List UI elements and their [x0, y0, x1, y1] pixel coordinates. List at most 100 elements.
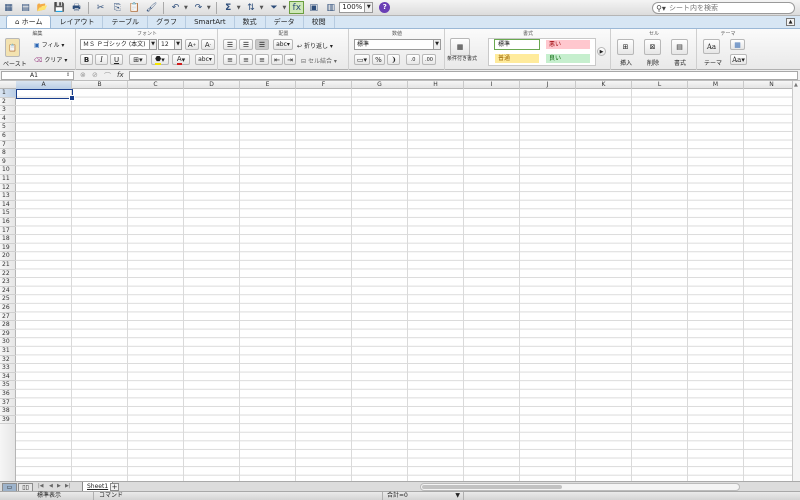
increase-indent-icon[interactable]: ⇥	[284, 54, 296, 65]
first-sheet-icon[interactable]: |◀	[38, 483, 44, 489]
row-header[interactable]: 4	[0, 115, 16, 124]
underline-button[interactable]: U	[110, 54, 123, 65]
row-header[interactable]: 34	[0, 373, 16, 382]
format-painter-icon[interactable]: 🖌	[144, 1, 159, 14]
column-header[interactable]: K	[576, 81, 632, 89]
row-header[interactable]: 17	[0, 227, 16, 236]
themes-button[interactable]: テーマ	[704, 58, 722, 67]
row-header[interactable]: 35	[0, 381, 16, 390]
zoom-field[interactable]: 100%	[339, 2, 366, 13]
row-header[interactable]: 13	[0, 192, 16, 201]
style-normal[interactable]: 標準	[494, 39, 540, 50]
font-size-field[interactable]: 12	[158, 39, 175, 50]
column-header[interactable]: F	[296, 81, 352, 89]
italic-button[interactable]: I	[95, 54, 108, 65]
fill-button[interactable]: ▣ フィル ▾	[34, 40, 64, 49]
column-header[interactable]: E	[240, 81, 296, 89]
row-header[interactable]: 23	[0, 278, 16, 287]
styles-next-icon[interactable]: ▶	[597, 47, 606, 56]
prev-sheet-icon[interactable]: ◀	[49, 483, 53, 489]
formula-input[interactable]	[129, 71, 798, 80]
conditional-format-icon[interactable]: ▦	[450, 38, 470, 56]
font-size-dropdown-icon[interactable]: ▼	[175, 39, 182, 50]
column-header[interactable]: C	[128, 81, 184, 89]
text-style-icon[interactable]: abc▾	[195, 54, 215, 65]
insert-cells-icon[interactable]: ⊞	[617, 39, 634, 55]
tab-home[interactable]: ⌂ ホーム	[6, 15, 52, 28]
open-folder-icon[interactable]: 📂	[35, 1, 50, 14]
tab-charts[interactable]: グラフ	[148, 16, 187, 28]
add-sheet-button[interactable]: +	[110, 483, 119, 491]
last-sheet-icon[interactable]: ▶|	[65, 483, 71, 489]
row-header[interactable]: 22	[0, 270, 16, 279]
media-browser-icon[interactable]: ▣	[306, 1, 321, 14]
status-sum[interactable]: 合計=0 ▼	[384, 492, 464, 500]
row-header[interactable]: 28	[0, 321, 16, 330]
filter-icon[interactable]: ⏷	[266, 1, 281, 14]
copy-icon[interactable]: ⎘	[110, 1, 125, 14]
search-input[interactable]	[669, 4, 789, 12]
tab-review[interactable]: 校閲	[304, 16, 335, 28]
theme-colors-icon[interactable]: ▦	[730, 39, 745, 50]
style-neutral[interactable]: 普通	[494, 53, 540, 64]
row-header[interactable]: 12	[0, 184, 16, 193]
row-header[interactable]: 21	[0, 261, 16, 270]
save-icon[interactable]: 💾	[52, 1, 67, 14]
row-header[interactable]: 20	[0, 252, 16, 261]
print-icon[interactable]: 🖶	[69, 1, 84, 14]
tab-layout[interactable]: レイアウト	[51, 16, 104, 28]
wrap-text-button[interactable]: ↩ 折り返し ▾	[297, 41, 333, 50]
row-header[interactable]: 31	[0, 347, 16, 356]
toolbox-icon[interactable]: fx	[289, 1, 305, 14]
row-header[interactable]: 30	[0, 338, 16, 347]
align-center-icon[interactable]: ≡	[239, 54, 253, 65]
row-header[interactable]: 1	[0, 89, 16, 98]
style-good[interactable]: 良い	[545, 53, 591, 64]
column-header[interactable]: I	[464, 81, 520, 89]
row-header[interactable]: 18	[0, 235, 16, 244]
enter-icon[interactable]: ⊘	[92, 71, 98, 79]
next-sheet-icon[interactable]: ▶	[57, 483, 61, 489]
redo-icon[interactable]: ↷	[191, 1, 206, 14]
column-header[interactable]: D	[184, 81, 240, 89]
clear-button[interactable]: ⌫ クリア ▾	[34, 55, 67, 64]
scroll-up-icon[interactable]: ▲	[794, 82, 798, 88]
template-gallery-icon[interactable]: ▤	[18, 1, 33, 14]
row-header[interactable]: 37	[0, 399, 16, 408]
orientation-icon[interactable]: abc▾	[273, 39, 293, 50]
column-header[interactable]: N	[744, 81, 792, 89]
zoom-dropdown-icon[interactable]: ▼	[365, 2, 374, 13]
row-header[interactable]: 14	[0, 201, 16, 210]
style-bad[interactable]: 悪い	[545, 39, 591, 50]
increase-font-icon[interactable]: A +	[185, 39, 199, 50]
column-header[interactable]: L	[632, 81, 688, 89]
tab-formulas[interactable]: 数式	[235, 16, 266, 28]
font-name-field[interactable]: ＭＳ Ｐゴシック (本文)	[80, 39, 150, 50]
row-header[interactable]: 16	[0, 218, 16, 227]
fill-color-icon[interactable]: ⬣ ▾	[151, 54, 169, 65]
column-header[interactable]: G	[352, 81, 408, 89]
row-header[interactable]: 11	[0, 175, 16, 184]
row-header[interactable]: 19	[0, 244, 16, 253]
row-header[interactable]: 3	[0, 106, 16, 115]
cut-icon[interactable]: ✂	[93, 1, 108, 14]
status-sum-dropdown-icon[interactable]: ▼	[455, 492, 460, 500]
font-name-dropdown-icon[interactable]: ▼	[150, 39, 157, 50]
horizontal-scrollbar[interactable]	[420, 483, 740, 491]
undo-dropdown-icon[interactable]: ▼	[184, 5, 188, 11]
align-right-icon[interactable]: ≡	[255, 54, 269, 65]
sort-icon[interactable]: ⇅	[244, 1, 259, 14]
help-icon[interactable]: ?	[379, 2, 391, 13]
row-header[interactable]: 32	[0, 356, 16, 365]
sort-dropdown-icon[interactable]: ▼	[260, 5, 264, 11]
row-header[interactable]: 29	[0, 330, 16, 339]
format-cells-icon[interactable]: ▤	[671, 39, 688, 55]
row-header[interactable]: 2	[0, 98, 16, 107]
formula-builder-icon[interactable]: ⌒	[104, 71, 111, 81]
align-left-icon[interactable]: ≡	[223, 54, 237, 65]
row-header[interactable]: 39	[0, 416, 16, 425]
row-header[interactable]: 6	[0, 132, 16, 141]
cancel-icon[interactable]: ⊗	[80, 71, 86, 79]
column-header[interactable]: B	[72, 81, 128, 89]
paste-icon[interactable]: 📋	[127, 1, 142, 14]
